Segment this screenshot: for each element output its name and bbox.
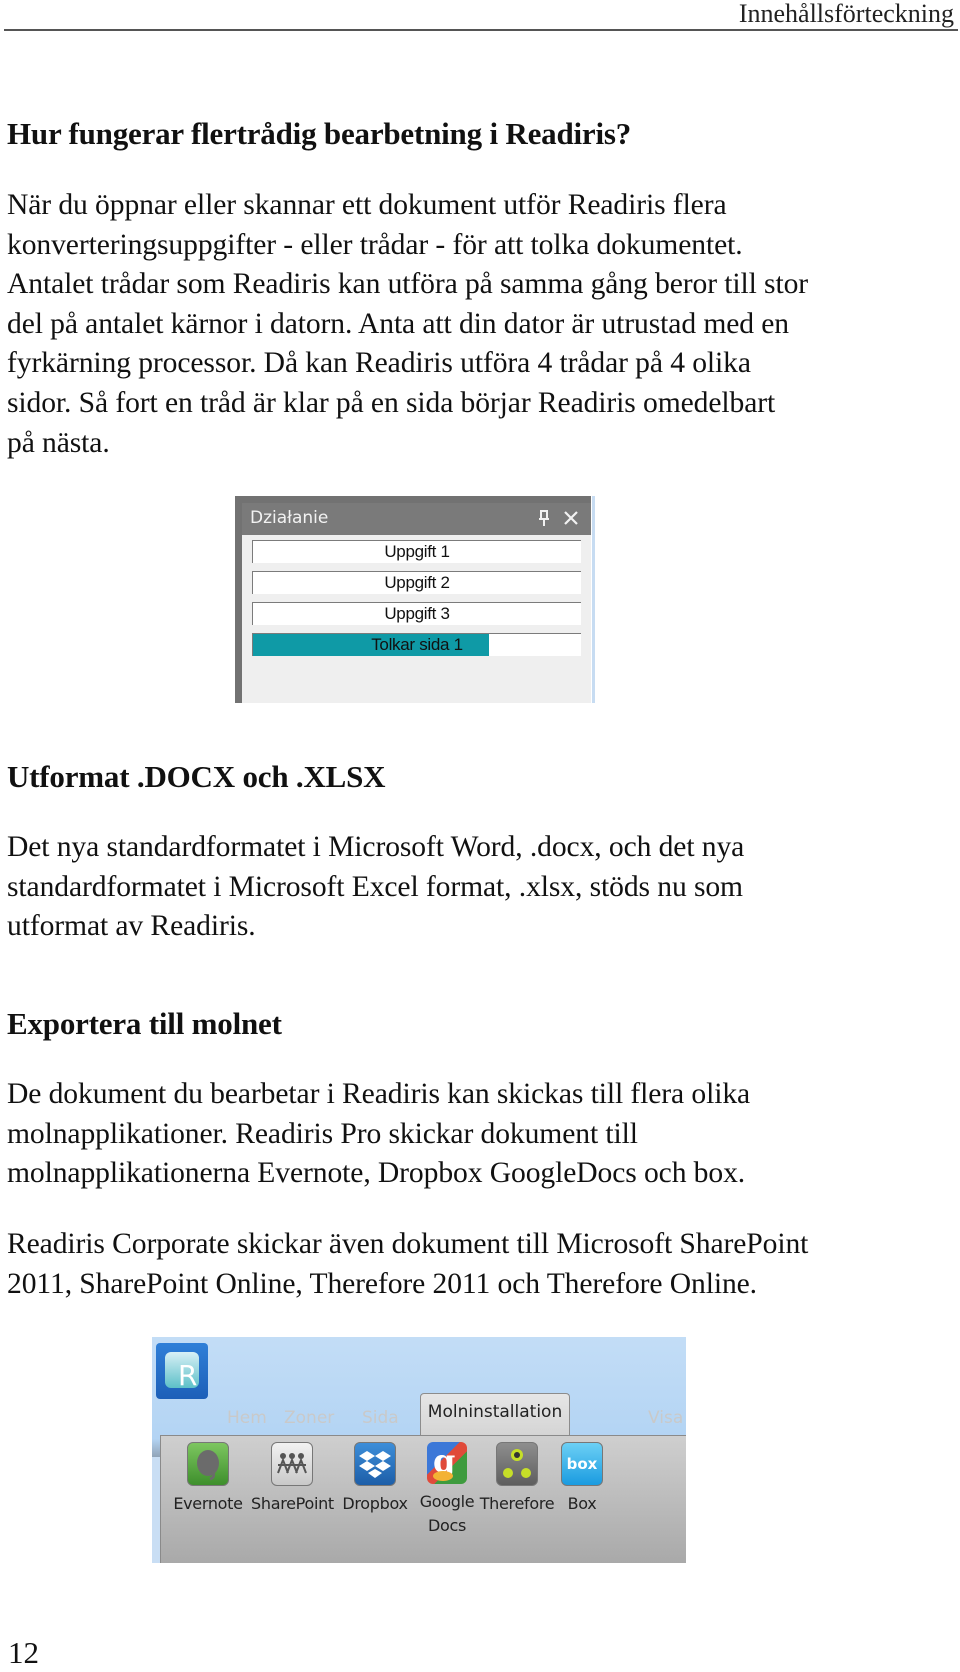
evernote-button[interactable]: Evernote [173, 1442, 243, 1516]
tab-visa[interactable]: Visa [648, 1401, 683, 1435]
header-rule [4, 29, 958, 31]
panel-titlebar: Działanie [242, 503, 591, 535]
sharepoint-icon [271, 1442, 313, 1486]
tab-hem[interactable]: Hem [227, 1401, 267, 1435]
task-progress-bar: Uppgift 2 [252, 571, 581, 594]
therefore-button[interactable]: Therefore [479, 1442, 555, 1516]
task-progress-bar: Tolkar sida 1 [252, 633, 581, 656]
running-header: Innehållsförteckning [738, 0, 954, 28]
section-heading: Hur fungerar flertrådig bearbetning i Re… [7, 116, 632, 151]
google-docs-icon: g [427, 1442, 467, 1484]
button-label: SharePoint [251, 1494, 334, 1513]
tab-sida[interactable]: Sida [362, 1401, 399, 1435]
google-docs-button[interactable]: g Google Docs [418, 1442, 476, 1538]
box-icon: box [561, 1442, 603, 1486]
ribbon-toolbar: Evernote SharePoint Dropbox g Google Doc… [160, 1435, 686, 1563]
paragraph: Readiris Corporate skickar även dokument… [7, 1228, 809, 1300]
panel-title: Działanie [250, 508, 329, 528]
activity-panel-screenshot: Działanie Uppgift 1 Uppgift 2 Uppgift 3 … [235, 496, 595, 703]
task-label: Uppgift 3 [384, 604, 450, 623]
tab-molninstallation[interactable]: Molninstallation [420, 1393, 570, 1436]
section-heading: Exportera till molnet [7, 1006, 282, 1041]
app-logo[interactable]: R [156, 1343, 208, 1399]
page-number: 12 [8, 1635, 39, 1670]
app-logo-letter: R [178, 1359, 198, 1392]
close-icon[interactable] [563, 509, 579, 527]
therefore-icon [496, 1442, 538, 1486]
tab-zoner[interactable]: Zoner [284, 1401, 334, 1435]
button-label: Therefore [479, 1494, 555, 1513]
paragraph: De dokument du bearbetar i Readiris kan … [7, 1078, 751, 1190]
section-heading: Utformat .DOCX och .XLSX [7, 759, 386, 794]
task-label: Tolkar sida 1 [371, 635, 463, 654]
button-label: Google Docs [419, 1492, 475, 1535]
paragraph: När du öppnar eller skannar ett dokument… [7, 189, 809, 459]
button-label: Dropbox [342, 1494, 408, 1513]
box-glyph: box [566, 1455, 598, 1473]
activity-panel-body: Działanie Uppgift 1 Uppgift 2 Uppgift 3 … [242, 503, 591, 703]
task-progress-bar: Uppgift 3 [252, 602, 581, 625]
box-button[interactable]: box Box [559, 1442, 605, 1516]
ribbon-screenshot: R Hem Zoner Sida Molninstallation Visa E… [152, 1337, 686, 1563]
panel-edge [592, 496, 595, 703]
pin-icon[interactable] [537, 509, 551, 527]
button-label: Evernote [173, 1494, 243, 1513]
evernote-icon [187, 1442, 229, 1486]
button-label: Box [567, 1494, 597, 1513]
task-label: Uppgift 1 [384, 542, 450, 561]
dropbox-icon [354, 1442, 396, 1486]
task-progress-bar: Uppgift 1 [252, 540, 581, 563]
paragraph: Det nya standardformatet i Microsoft Wor… [7, 831, 745, 943]
dropbox-button[interactable]: Dropbox [341, 1442, 409, 1516]
sharepoint-button[interactable]: SharePoint [251, 1442, 334, 1516]
task-label: Uppgift 2 [384, 573, 450, 592]
